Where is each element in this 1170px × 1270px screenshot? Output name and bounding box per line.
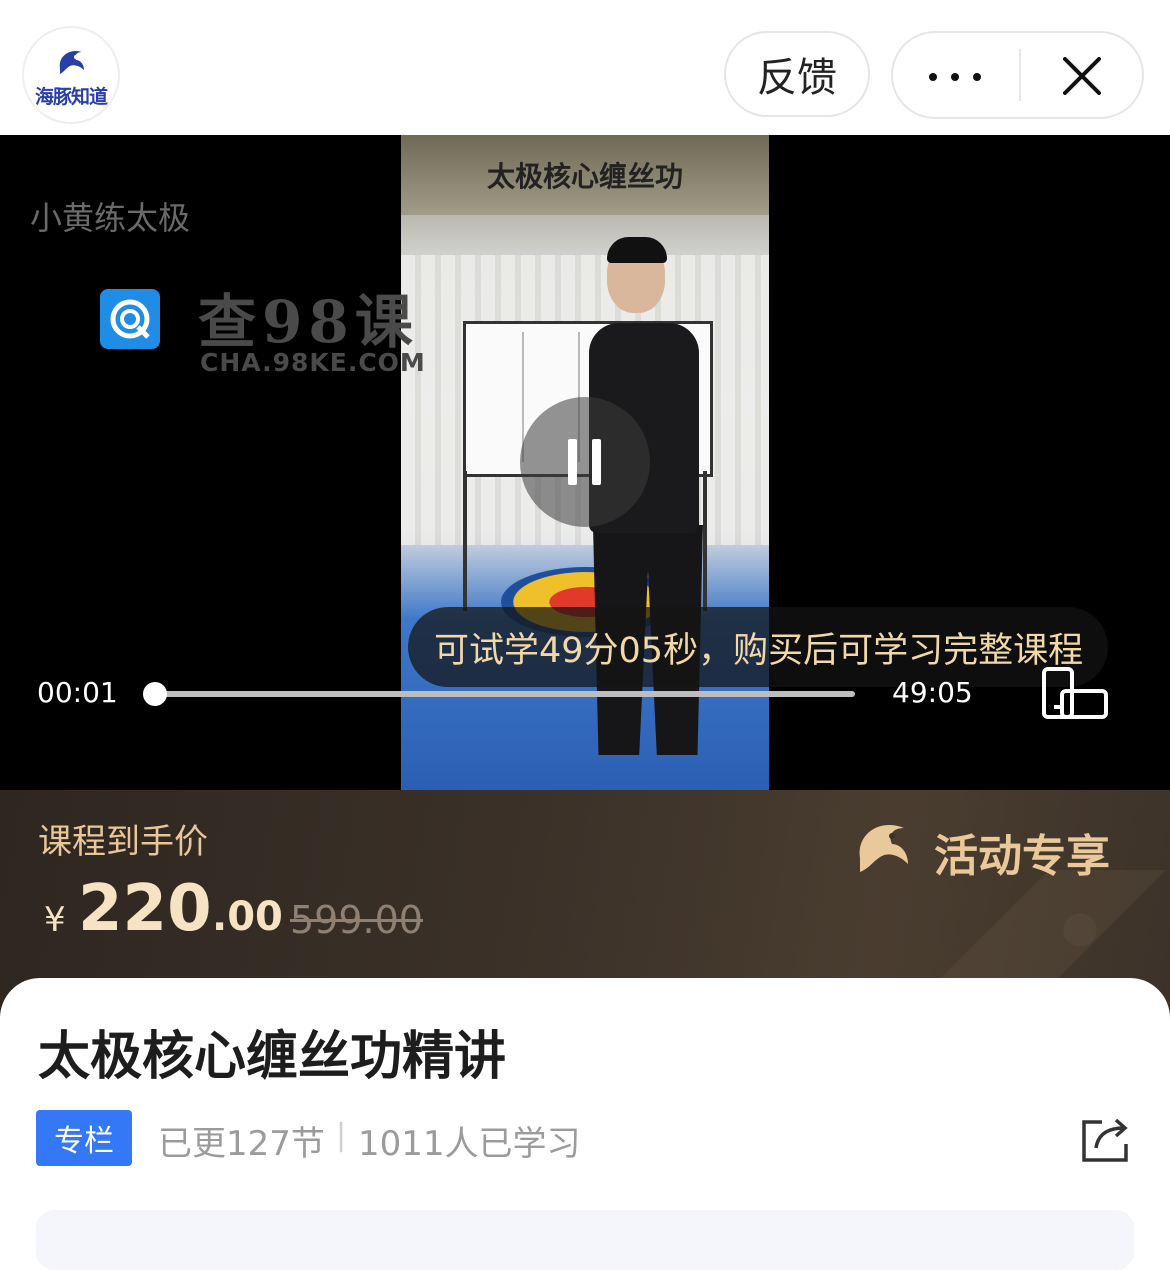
dolphin-logo-icon [54, 44, 90, 80]
brand-logo[interactable]: 海豚知道 [24, 28, 118, 122]
course-title: 太极核心缠丝功精讲 [38, 1014, 506, 1089]
brand-name: 海豚知道 [24, 82, 118, 109]
dolphin-icon [852, 814, 916, 878]
whiteboard-leg-right [703, 471, 707, 611]
mini-program-capsule [891, 31, 1144, 119]
whiteboard-leg-left [463, 471, 467, 611]
next-section-card [36, 1210, 1134, 1270]
price-integer: 220 [78, 872, 212, 946]
price-currency: ¥ [44, 900, 66, 940]
course-info-card: 太极核心缠丝功精讲 专栏 已更127节 | 1011人已学习 [0, 978, 1170, 1251]
current-time: 00:01 [37, 676, 118, 709]
total-time: 49:05 [892, 676, 973, 709]
site-watermark-cn: 查98课 [198, 275, 419, 359]
pause-button[interactable] [520, 397, 650, 527]
close-icon [1063, 57, 1101, 95]
column-tag: 专栏 [36, 1110, 132, 1166]
close-button[interactable] [1021, 33, 1142, 117]
updated-count: 已更127节 [158, 1116, 325, 1165]
price-decimal: .00 [212, 894, 283, 940]
learner-count: 1011人已学习 [358, 1116, 581, 1165]
instructor-hair [607, 237, 667, 263]
site-watermark-en: CHA.98KE.COM [200, 348, 426, 377]
progress-knob[interactable] [143, 682, 167, 706]
more-button[interactable] [893, 33, 1019, 117]
author-watermark: 小黄练太极 [30, 193, 190, 239]
meta-separator: | [336, 1118, 346, 1153]
video-player[interactable]: 太极核心缠丝功 小黄练太极 查98课 CHA.98KE.COM 可试学49分05… [0, 135, 1170, 790]
feedback-button[interactable]: 反馈 [724, 31, 870, 117]
price-label: 课程到手价 [38, 814, 208, 863]
progress-bar[interactable] [152, 691, 855, 697]
video-banner-title: 太极核心缠丝功 [401, 155, 769, 195]
trial-tip: 可试学49分05秒，购买后可学习完整课程 [408, 607, 1108, 687]
top-bar: 海豚知道 反馈 [0, 0, 1170, 135]
rotate-fullscreen-icon[interactable] [1040, 665, 1110, 725]
activity-label: 活动专享 [934, 820, 1110, 884]
watermark-logo-icon [100, 289, 160, 349]
original-price: 599.00 [290, 898, 423, 942]
share-icon[interactable] [1078, 1114, 1132, 1164]
